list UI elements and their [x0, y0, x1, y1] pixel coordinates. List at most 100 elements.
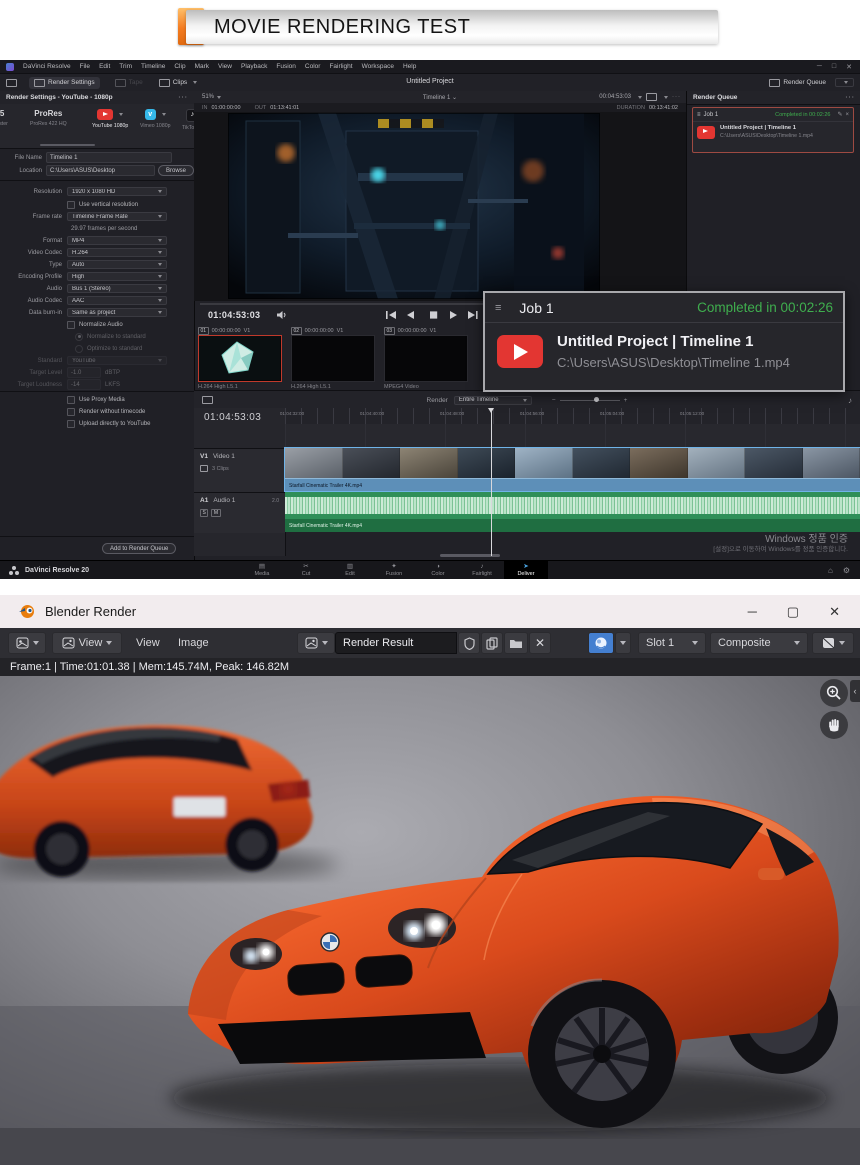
- menu-mark[interactable]: Mark: [195, 63, 209, 70]
- menu-clip[interactable]: Clip: [174, 63, 185, 70]
- menu-trim[interactable]: Trim: [119, 63, 132, 70]
- clip-card-3[interactable]: 0300:00:00:00V1 MPEG4 Video: [384, 326, 472, 390]
- tab-edit[interactable]: ▥Edit: [328, 561, 372, 579]
- tab-deliver[interactable]: ➤Deliver: [504, 561, 548, 579]
- proxy-media-checkbox[interactable]: [67, 396, 75, 404]
- clip-thumbnail[interactable]: [198, 335, 282, 382]
- close-icon[interactable]: ✕: [829, 604, 840, 620]
- tape-button[interactable]: Tape: [110, 77, 148, 89]
- preset-h265-master[interactable]: 65 Master: [0, 109, 8, 127]
- format-select[interactable]: MP4: [67, 236, 167, 245]
- unlink-x-icon[interactable]: ✕: [529, 632, 551, 654]
- audio-codec-select[interactable]: AAC: [67, 296, 167, 305]
- remove-job-icon[interactable]: ×: [845, 112, 849, 118]
- add-to-render-queue-button[interactable]: Add to Render Queue: [102, 543, 176, 554]
- clip-thumbnail[interactable]: [291, 335, 375, 382]
- menu-edit[interactable]: Edit: [99, 63, 110, 70]
- clip-card-1[interactable]: 0100:00:00:00V1 H.264 High L5.1: [198, 326, 286, 390]
- audio-select[interactable]: Bus 1 (Stereo): [67, 284, 167, 293]
- menu-fairlight[interactable]: Fairlight: [329, 63, 352, 70]
- vertical-resolution-checkbox[interactable]: [67, 201, 75, 209]
- menu-app[interactable]: DaVinci Resolve: [23, 63, 71, 70]
- upload-youtube-checkbox[interactable]: [67, 420, 75, 428]
- maximize-icon[interactable]: ▢: [787, 604, 799, 620]
- menu-fusion[interactable]: Fusion: [276, 63, 296, 70]
- editor-type-dropdown[interactable]: [8, 632, 46, 654]
- video-preview[interactable]: [194, 112, 686, 301]
- menu-color[interactable]: Color: [305, 63, 321, 70]
- video-codec-select[interactable]: H.264: [67, 248, 167, 257]
- render-slot-select[interactable]: Slot 1: [638, 632, 706, 654]
- dual-monitor-icon[interactable]: [646, 93, 657, 101]
- render-viewport[interactable]: ‹: [0, 676, 860, 1165]
- timeline-zoom-slider[interactable]: − +: [552, 397, 628, 404]
- image-datablock-dropdown[interactable]: [297, 632, 335, 654]
- frame-rate-select[interactable]: Timeline Frame Rate: [67, 212, 167, 221]
- edit-pencil-icon[interactable]: ✎: [837, 111, 842, 118]
- ellipsis-icon[interactable]: ···: [846, 94, 856, 101]
- render-queue-button[interactable]: Render Queue: [764, 77, 831, 89]
- render-scope-select[interactable]: Entire Timeline: [454, 396, 532, 405]
- normalize-audio-checkbox[interactable]: [67, 321, 75, 329]
- normalize-standard-radio[interactable]: [75, 333, 83, 341]
- menu-playback[interactable]: Playback: [241, 63, 267, 70]
- preset-youtube[interactable]: YouTube 1080p: [92, 109, 128, 129]
- target-loudness-input[interactable]: -14: [67, 379, 101, 390]
- preset-vimeo[interactable]: v Vimeo 1080p: [140, 109, 170, 129]
- render-settings-button[interactable]: Render Settings: [29, 77, 100, 89]
- sidebar-collapse-tab[interactable]: ‹: [850, 680, 860, 702]
- tab-color[interactable]: ◑Color: [416, 561, 460, 579]
- optimize-standard-radio[interactable]: [75, 345, 83, 353]
- tab-fusion[interactable]: ✦Fusion: [372, 561, 416, 579]
- display-channels-dropdown[interactable]: [812, 632, 854, 654]
- tab-fairlight[interactable]: ♪Fairlight: [460, 561, 504, 579]
- menu-help[interactable]: Help: [403, 63, 416, 70]
- tab-media[interactable]: ▤Media: [240, 561, 284, 579]
- track-lock-icon[interactable]: [200, 465, 208, 472]
- location-input[interactable]: C:\Users\ASUS\Desktop: [46, 165, 155, 176]
- file-name-input[interactable]: Timeline 1: [46, 152, 172, 163]
- menu-view[interactable]: View: [218, 63, 232, 70]
- browse-image-icon[interactable]: [588, 632, 614, 654]
- folder-open-icon[interactable]: [504, 632, 528, 654]
- menu-workspace[interactable]: Workspace: [362, 63, 394, 70]
- close-icon[interactable]: ✕: [846, 63, 852, 71]
- preset-scrollbar[interactable]: [40, 144, 95, 146]
- minimize-icon[interactable]: ─: [817, 63, 822, 71]
- menu-file[interactable]: File: [80, 63, 90, 70]
- zoom-button[interactable]: [820, 679, 848, 707]
- audio-track-clip[interactable]: Starfall Cinematic Trailer 4K.mp4: [285, 492, 860, 532]
- preset-prores[interactable]: ProRes ProRes 422 HQ: [30, 109, 67, 127]
- menu-timeline[interactable]: Timeline: [141, 63, 165, 70]
- menu-image[interactable]: Image: [178, 632, 209, 654]
- browse-button[interactable]: Browse: [158, 165, 194, 176]
- minimize-icon[interactable]: ─: [748, 604, 757, 620]
- datablock-name-field[interactable]: Render Result: [335, 632, 457, 654]
- panel-toggle-button[interactable]: [835, 78, 854, 87]
- speaker-icon[interactable]: [276, 310, 288, 320]
- target-level-input[interactable]: -1.0: [67, 367, 101, 378]
- clip-thumbnail[interactable]: [384, 335, 468, 382]
- maximize-icon[interactable]: □: [832, 63, 836, 71]
- ellipsis-icon[interactable]: ···: [672, 94, 681, 100]
- home-icon[interactable]: ⌂: [828, 566, 833, 575]
- timeline-playhead[interactable]: [491, 408, 492, 556]
- render-job-card[interactable]: ≡ Job 1 Completed in 00:02:26 ✎ × Untitl…: [692, 107, 854, 153]
- video-track-clip[interactable]: Starfall Cinematic Trailer 4K.mp4: [285, 448, 860, 491]
- solo-button[interactable]: S: [200, 509, 208, 517]
- timeline-ruler[interactable]: 01:04:32:00 01:04:40:00 01:04:48:00 01:0…: [285, 408, 860, 425]
- gear-icon[interactable]: ⚙: [843, 566, 850, 575]
- render-pass-select[interactable]: Composite: [710, 632, 808, 654]
- encoding-profile-select[interactable]: High: [67, 272, 167, 281]
- clips-button[interactable]: Clips: [154, 77, 202, 89]
- ellipsis-icon[interactable]: ···: [179, 94, 189, 101]
- clip-card-2[interactable]: 0200:00:00:00V1 H.264 High L5.1: [291, 326, 379, 390]
- copy-icon[interactable]: [481, 632, 503, 654]
- chevron-dropdown[interactable]: [615, 632, 631, 654]
- audio-track-name[interactable]: Audio 1: [213, 497, 235, 504]
- resolution-select[interactable]: 1920 x 1080 HD: [67, 187, 167, 196]
- pan-button[interactable]: [820, 711, 848, 739]
- fake-user-shield-icon[interactable]: [458, 632, 480, 654]
- video-track-name[interactable]: Video 1: [213, 453, 235, 460]
- preset-tiktok[interactable]: ♪ TikTok 1080p: [182, 109, 194, 131]
